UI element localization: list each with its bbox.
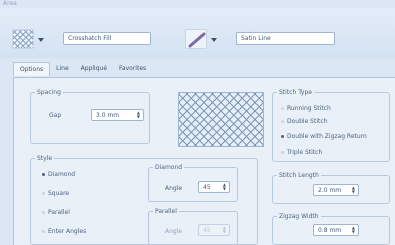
diamond-angle-spin-arrows-icon[interactable]: ▲ ▼	[223, 183, 226, 191]
fill-dropdown-icon[interactable]	[38, 38, 44, 42]
tab-bar: Options Line Appliqué Favorites	[13, 62, 152, 76]
parallel-group-label: Parallel	[153, 208, 179, 215]
stitch-option-double[interactable]: Double Stitch	[281, 118, 327, 125]
stitch-option-label: Double with Zigzag Return	[287, 133, 367, 140]
satin-line-icon	[188, 32, 206, 48]
crosshatch-preview	[178, 92, 264, 147]
stitch-option-triple[interactable]: Triple Stitch	[281, 149, 322, 156]
diamond-angle-spinner[interactable]: 45 ▲ ▼	[198, 181, 230, 193]
stitch-option-label: Double Stitch	[287, 118, 328, 125]
stitch-option-double-zigzag[interactable]: Double with Zigzag Return	[281, 133, 367, 140]
stitch-length-group-label: Stitch Length	[277, 172, 321, 179]
stitch-option-label: Triple Stitch	[287, 149, 323, 156]
tab-line[interactable]: Line	[50, 62, 75, 76]
radio-icon	[281, 107, 284, 110]
gap-value: 3.0 mm	[96, 112, 120, 119]
window-title: Area	[3, 0, 17, 7]
gap-label: Gap	[49, 112, 62, 119]
style-option-parallel[interactable]: Parallel	[42, 209, 70, 216]
radio-icon	[281, 151, 284, 154]
style-option-enter-angles[interactable]: Enter Angles	[42, 228, 86, 235]
spacing-group-label: Spacing	[35, 89, 63, 96]
parallel-angle-value: 45	[203, 227, 211, 234]
parallel-angle-label: Angle	[165, 228, 183, 235]
radio-selected-icon	[42, 173, 45, 176]
stitch-type-group-label: Stitch Type	[277, 89, 314, 96]
line-name-field[interactable]: Satin Line	[236, 32, 335, 45]
diamond-angle-value: 45	[203, 184, 211, 191]
gap-spinner[interactable]: 3.0 mm ▲ ▼	[91, 109, 144, 121]
stitch-option-label: Running Stitch	[287, 105, 331, 112]
fill-name-field[interactable]: Crosshatch Fill	[63, 32, 151, 45]
tab-applique[interactable]: Appliqué	[75, 62, 113, 76]
stitch-length-value: 2.0 mm	[318, 187, 342, 194]
style-option-label: Square	[48, 190, 70, 197]
gap-spin-arrows-icon[interactable]: ▲ ▼	[137, 111, 140, 119]
style-option-square[interactable]: Square	[42, 190, 69, 197]
zigzag-width-value: 0.8 mm	[318, 227, 342, 234]
style-group-label: Style	[35, 155, 55, 162]
tab-favorites[interactable]: Favorites	[113, 62, 152, 76]
zigzag-width-group-label: Zigzag Width	[277, 213, 321, 220]
radio-icon	[42, 211, 45, 214]
line-dropdown-icon[interactable]	[211, 38, 217, 42]
zigzag-width-spin-arrows-icon[interactable]: ▲ ▼	[352, 226, 355, 234]
style-option-diamond[interactable]: Diamond	[42, 171, 75, 178]
stitch-length-spin-arrows-icon[interactable]: ▲ ▼	[352, 186, 355, 194]
style-option-label: Parallel	[48, 209, 70, 216]
fill-pattern-button[interactable]	[12, 29, 34, 49]
diamond-angle-label: Angle	[165, 185, 183, 192]
parallel-angle-spinner[interactable]: 45 ▲ ▼	[198, 224, 230, 236]
style-option-label: Diamond	[48, 171, 76, 178]
radio-selected-icon	[281, 135, 284, 138]
radio-icon	[42, 192, 45, 195]
line-style-button[interactable]	[185, 29, 207, 49]
stitch-length-spinner[interactable]: 2.0 mm ▲ ▼	[313, 184, 359, 196]
parallel-angle-spin-arrows-icon[interactable]: ▲ ▼	[223, 226, 226, 234]
diamond-group-label: Diamond	[153, 164, 185, 171]
radio-icon	[281, 120, 284, 123]
stitch-option-running[interactable]: Running Stitch	[281, 105, 331, 112]
zigzag-width-spinner[interactable]: 0.8 mm ▲ ▼	[313, 224, 359, 236]
tab-options[interactable]: Options	[13, 62, 51, 76]
style-option-label: Enter Angles	[48, 228, 87, 235]
radio-icon	[42, 230, 45, 233]
